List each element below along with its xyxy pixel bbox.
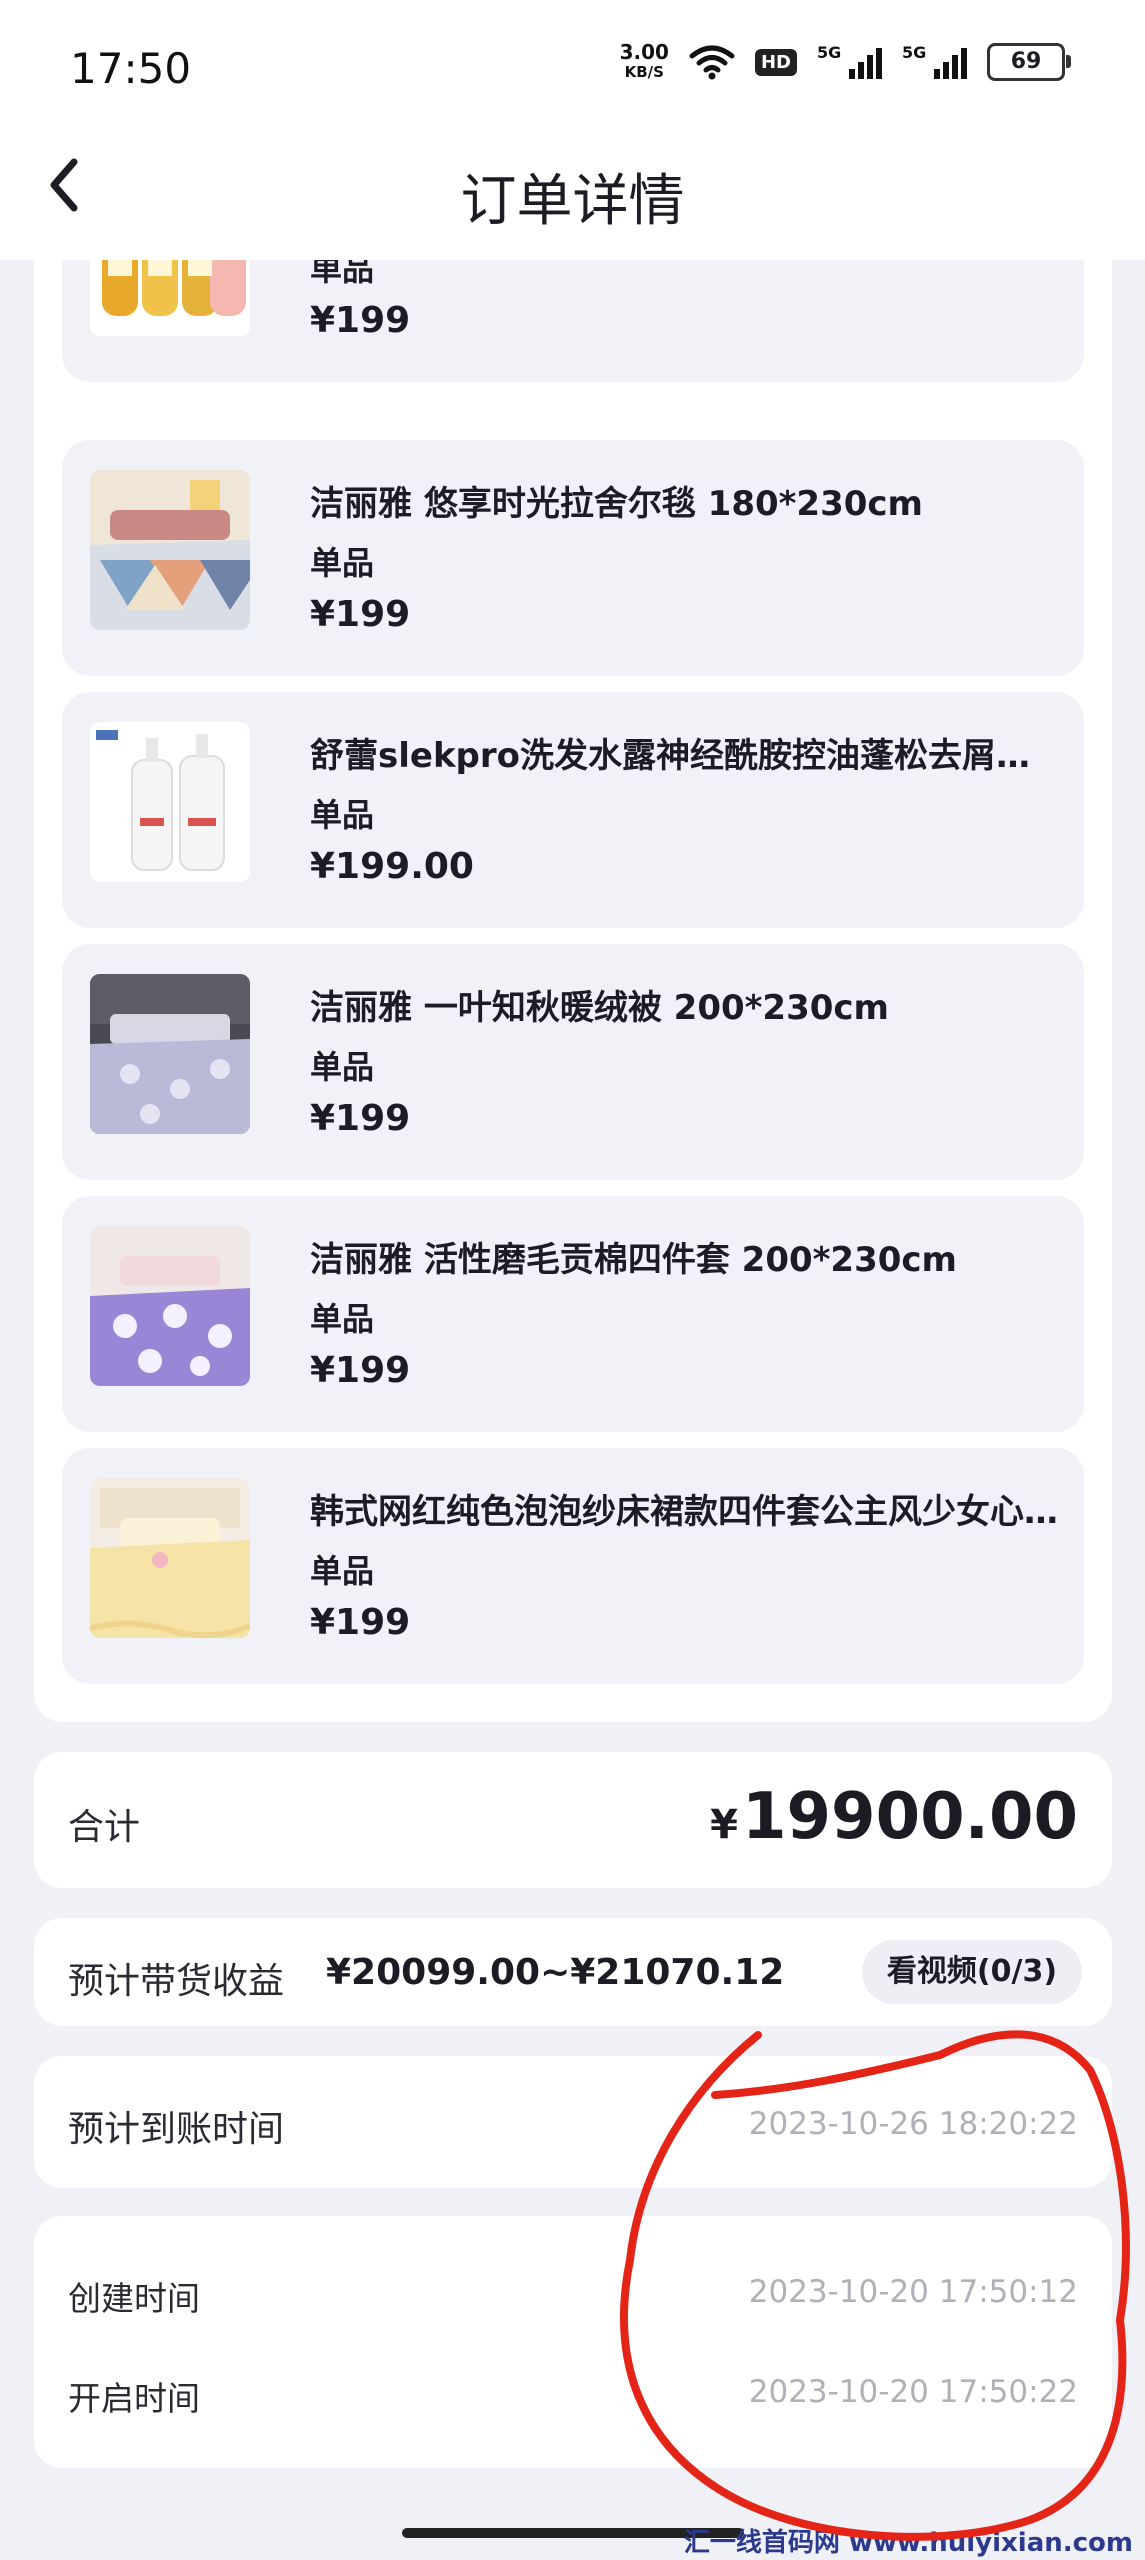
total-label: 合计 <box>68 1807 141 1848</box>
blanket-bed-image <box>90 470 250 630</box>
watch-video-button[interactable]: 看视频(0/3) <box>862 1940 1082 2004</box>
arrival-label: 预计到账时间 <box>68 2109 285 2150</box>
item-price: ¥199 <box>310 594 411 635</box>
earnings-card: 预计带货收益 ¥20099.00~¥21070.12 看视频(0/3) <box>34 1918 1112 2026</box>
item-price: ¥199 <box>310 1350 411 1391</box>
opened-label: 开启时间 <box>68 2379 200 2418</box>
opened-time: 2023-10-20 17:50:22 <box>748 2374 1078 2410</box>
status-icons: 3.00 KB/S HD 5G 5G 69 <box>619 40 1071 82</box>
order-item[interactable]: 舒蕾slekpro洗发水露神经酰胺控油蓬松去屑止痒洗发水 单品 ¥199.00 <box>62 692 1084 928</box>
item-name: 韩式网红纯色泡泡纱床裙款四件套公主风少女心床上用品 <box>310 1492 1060 1532</box>
signal-2-icon: 5G <box>902 43 967 79</box>
wifi-icon <box>689 45 735 80</box>
signal-1-icon: 5G <box>817 43 882 79</box>
total-card: 合计 ¥19900.00 <box>34 1752 1112 1888</box>
network-speed: 3.00 KB/S <box>619 40 669 81</box>
item-price: ¥199 <box>310 1098 411 1139</box>
item-name: 洁丽雅 一叶知秋暖绒被 200*230cm <box>310 988 889 1028</box>
status-bar: 17:50 3.00 KB/S HD 5G 5G 69 <box>0 0 1145 140</box>
item-type: 单品 <box>310 1300 375 1338</box>
created-time: 2023-10-20 17:50:12 <box>748 2274 1078 2310</box>
status-time: 17:50 <box>70 44 192 93</box>
yellow-bedding-image <box>90 1478 250 1638</box>
earnings-label: 预计带货收益 <box>68 1961 285 2002</box>
order-item[interactable]: 韩式网红纯色泡泡纱床裙款四件套公主风少女心床上用品 单品 ¥199 <box>62 1448 1084 1684</box>
item-price: ¥199.00 <box>310 846 474 887</box>
order-item[interactable]: 洁丽雅 活性磨毛贡棉四件套 200*230cm 单品 ¥199 <box>62 1196 1084 1432</box>
item-price: ¥199 <box>310 1602 411 1643</box>
order-item[interactable]: 洁丽雅 悠享时光拉舍尔毯 180*230cm 单品 ¥199 <box>62 440 1084 676</box>
item-name: 舒蕾slekpro洗发水露神经酰胺控油蓬松去屑止痒洗发水 <box>310 736 1060 776</box>
nav-bar: 订单详情 <box>0 140 1145 260</box>
item-name: 洁丽雅 活性磨毛贡棉四件套 200*230cm <box>310 1240 957 1280</box>
watermark-text: 汇一线首码网 www.huiyixian.com <box>683 2528 1133 2558</box>
item-type: 单品 <box>310 544 375 582</box>
order-items-card: 单品 ¥199 洁丽雅 悠享时光拉舍尔毯 180*230cm 单品 ¥199 舒… <box>34 200 1112 1722</box>
battery-icon: 69 <box>987 43 1071 81</box>
item-price: ¥199 <box>310 300 411 341</box>
quilt-bed-image <box>90 974 250 1134</box>
item-type: 单品 <box>310 1048 375 1086</box>
times-card: 创建时间 2023-10-20 17:50:12 开启时间 2023-10-20… <box>34 2216 1112 2468</box>
created-label: 创建时间 <box>68 2279 200 2318</box>
arrival-card: 预计到账时间 2023-10-26 18:20:22 <box>34 2056 1112 2188</box>
hd-badge: HD <box>754 48 797 76</box>
total-amount: ¥19900.00 <box>710 1780 1078 1854</box>
order-item[interactable]: 洁丽雅 一叶知秋暖绒被 200*230cm 单品 ¥199 <box>62 944 1084 1180</box>
white-bottles-image <box>90 722 250 882</box>
item-name: 洁丽雅 悠享时光拉舍尔毯 180*230cm <box>310 484 923 524</box>
item-type: 单品 <box>310 1552 375 1590</box>
earnings-value: ¥20099.00~¥21070.12 <box>326 1952 785 1993</box>
page-title: 订单详情 <box>460 169 685 234</box>
purple-bedding-image <box>90 1226 250 1386</box>
arrival-time: 2023-10-26 18:20:22 <box>748 2106 1078 2142</box>
item-type: 单品 <box>310 796 375 834</box>
